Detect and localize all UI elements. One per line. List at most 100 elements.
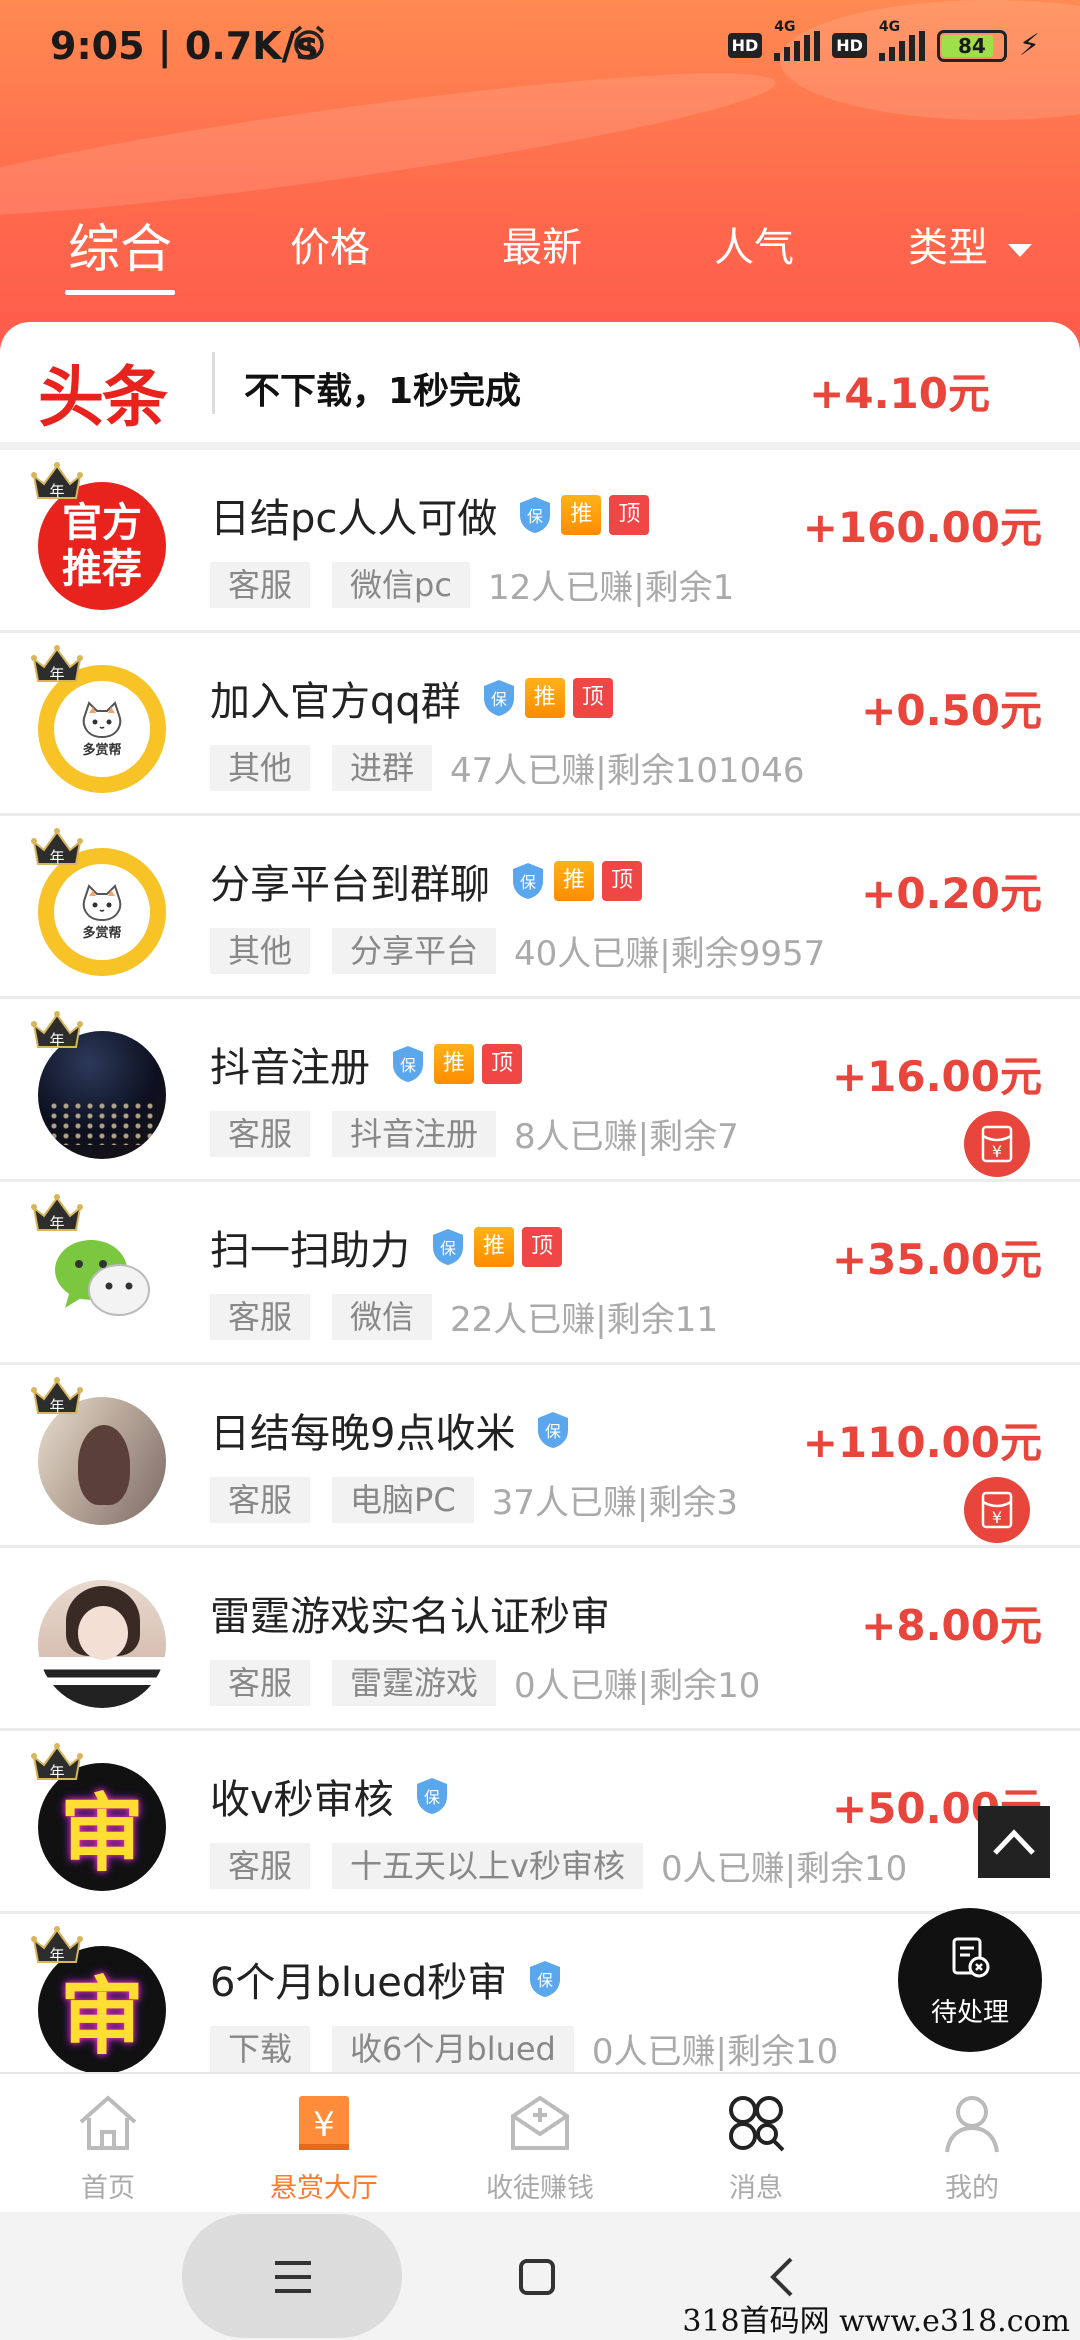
svg-text:保: 保	[400, 1056, 416, 1075]
back-icon	[770, 2257, 793, 2297]
signal-icon: 4G	[878, 19, 925, 61]
task-item[interactable]: 多赏帮 年 加入官方qq群 保推顶 其他 进群 47人已赚|剩余101046 +0…	[0, 633, 1080, 816]
task-tag: 雷霆游戏	[332, 1659, 497, 1706]
task-tags: 客服 抖音注册 8人已赚|剩余7	[210, 1109, 739, 1158]
task-tags: 下载 收6个月blued 0人已赚|剩余10	[210, 2024, 838, 2072]
task-stats: 8人已赚|剩余7	[514, 1117, 739, 1157]
task-tag: 微信pc	[332, 561, 470, 608]
avatar-wrap: 多赏帮 年	[31, 828, 170, 976]
task-tags: 其他 分享平台 40人已赚|剩余9957	[210, 926, 825, 975]
tab-price[interactable]: 价格	[270, 215, 390, 273]
task-badges: 保推顶	[481, 678, 613, 718]
task-stats: 12人已赚|剩余1	[487, 568, 735, 608]
avatar-photo	[38, 1580, 166, 1708]
red-packet-icon[interactable]: ¥	[964, 1111, 1030, 1177]
svg-text:年: 年	[49, 1763, 64, 1781]
avatar-wrap: 多赏帮 年	[31, 645, 170, 793]
task-title-row: 抖音注册 保推顶	[210, 1035, 522, 1093]
red-packet-icon[interactable]: ¥	[964, 1477, 1030, 1543]
task-tag: 十五天以上v秒审核	[332, 1842, 643, 1889]
task-stats: 40人已赚|剩余9957	[514, 934, 826, 974]
avatar-wrap: 审 年	[31, 1926, 170, 2072]
scroll-to-top-button[interactable]	[978, 1806, 1050, 1878]
nav-apprentice[interactable]: 收徒赚钱	[432, 2074, 648, 2212]
task-tags: 客服 电脑PC 37人已赚|剩余3	[210, 1475, 738, 1524]
reward-hall-icon: ¥	[299, 2096, 349, 2150]
menu-button[interactable]	[258, 2242, 328, 2312]
nav-reward-hall[interactable]: ¥ 悬赏大厅	[216, 2074, 432, 2212]
task-tag: 客服	[210, 1476, 311, 1523]
task-title: 日结pc人人可做	[210, 496, 498, 542]
task-tags: 客服 微信 22人已赚|剩余11	[210, 1292, 718, 1341]
charging-icon: ⚡	[1018, 28, 1040, 63]
crown-badge-icon: 年	[31, 828, 83, 866]
status-bar: 9:05 | 0.7K/s HD 4G HD 4G 84 ⚡	[0, 0, 1080, 92]
top-badge: 顶	[609, 495, 650, 535]
task-tag: 客服	[210, 1659, 311, 1706]
crown-badge-icon: 年	[31, 1194, 83, 1232]
task-sheet: 头条 不下载，1秒完成 +4.10元 官方 推荐 年 日结pc人人可做 保推顶 客…	[0, 322, 1080, 2072]
home-system-button[interactable]	[502, 2242, 572, 2312]
cat-logo-icon	[82, 883, 122, 921]
chevron-down-icon	[1008, 243, 1032, 257]
svg-text:保: 保	[537, 1971, 553, 1990]
task-item[interactable]: 年 抖音注册 保推顶 客服 抖音注册 8人已赚|剩余7 +16.00元 ¥	[0, 999, 1080, 1182]
tab-comprehensive[interactable]: 综合	[60, 207, 180, 295]
task-badges: 保推顶	[390, 1044, 522, 1084]
headline-banner[interactable]: 头条 不下载，1秒完成 +4.10元	[0, 322, 1080, 450]
task-title-row: 6个月blued秒审 保	[210, 1950, 563, 2008]
top-badge: 顶	[572, 678, 613, 718]
wechat-icon	[55, 1240, 150, 1316]
task-tag: 电脑PC	[332, 1476, 474, 1523]
nav-profile[interactable]: 我的	[864, 2074, 1080, 2212]
task-price: +0.50元	[861, 686, 1042, 735]
svg-text:保: 保	[440, 1239, 456, 1258]
pending-button[interactable]: 待处理	[898, 1908, 1042, 2052]
tab-popularity[interactable]: 人气	[694, 215, 814, 273]
nav-messages[interactable]: 消息	[648, 2074, 864, 2212]
task-tags: 客服 微信pc 12人已赚|剩余1	[210, 560, 734, 609]
task-title: 雷霆游戏实名认证秒审	[210, 1594, 610, 1640]
task-title: 收v秒审核	[210, 1777, 394, 1823]
crown-badge-icon: 年	[31, 1743, 83, 1781]
task-tag: 客服	[210, 1293, 311, 1340]
guarantee-shield-icon: 保	[520, 497, 551, 533]
header: 9:05 | 0.7K/s HD 4G HD 4G 84 ⚡ 综合 价格 最新 …	[0, 0, 1080, 360]
guarantee-shield-icon: 保	[483, 680, 514, 716]
task-title: 扫一扫助力	[210, 1228, 410, 1274]
task-tags: 其他 进群 47人已赚|剩余101046	[210, 743, 805, 792]
avatar-wrap	[38, 1572, 170, 1708]
message-icon	[729, 2096, 785, 2152]
tab-type[interactable]: 类型	[895, 215, 1045, 273]
task-list: 官方 推荐 年 日结pc人人可做 保推顶 客服 微信pc 12人已赚|剩余1 +16…	[0, 450, 1080, 2072]
avatar-wrap: 年	[31, 1194, 170, 1342]
nav-home[interactable]: 首页	[0, 2074, 216, 2212]
task-tag: 其他	[210, 927, 311, 974]
alarm-icon	[290, 24, 328, 71]
task-item[interactable]: 审 年 收v秒审核 保 客服 十五天以上v秒审核 0人已赚|剩余10 +50.00…	[0, 1731, 1080, 1914]
task-title: 日结每晚9点收米	[210, 1411, 516, 1457]
hd-icon: HD	[727, 33, 763, 58]
tab-newest[interactable]: 最新	[482, 215, 602, 273]
svg-text:年: 年	[49, 1397, 64, 1415]
task-item[interactable]: 多赏帮 年 分享平台到群聊 保推顶 其他 分享平台 40人已赚|剩余9957 +0…	[0, 816, 1080, 999]
push-badge: 推	[474, 1227, 514, 1267]
task-title-row: 分享平台到群聊 保推顶	[210, 852, 642, 910]
svg-text:保: 保	[527, 507, 543, 526]
svg-text:保: 保	[424, 1788, 440, 1807]
crown-badge-icon: 年	[31, 645, 83, 683]
apprentice-icon	[511, 2095, 569, 2150]
task-item[interactable]: 官方 推荐 年 日结pc人人可做 保推顶 客服 微信pc 12人已赚|剩余1 +16…	[0, 450, 1080, 633]
task-item[interactable]: 年 日结每晚9点收米 保 客服 电脑PC 37人已赚|剩余3 +110.00元 ¥	[0, 1365, 1080, 1548]
svg-text:保: 保	[520, 873, 536, 892]
task-stats: 47人已赚|剩余101046	[450, 751, 805, 791]
task-item[interactable]: 年 扫一扫助力 保推顶 客服 微信 22人已赚|剩余11 +35.00元	[0, 1182, 1080, 1365]
task-tag: 微信	[332, 1293, 433, 1340]
svg-text:年: 年	[49, 1031, 64, 1049]
avatar-wrap: 审 年	[31, 1743, 170, 1891]
menu-icon	[275, 2261, 311, 2293]
task-tag: 抖音注册	[332, 1110, 497, 1157]
task-item[interactable]: 雷霆游戏实名认证秒审 客服 雷霆游戏 0人已赚|剩余10 +8.00元	[0, 1548, 1080, 1731]
task-stats: 0人已赚|剩余10	[591, 2032, 839, 2072]
filter-tabs: 综合 价格 最新 人气 类型	[0, 215, 1080, 295]
